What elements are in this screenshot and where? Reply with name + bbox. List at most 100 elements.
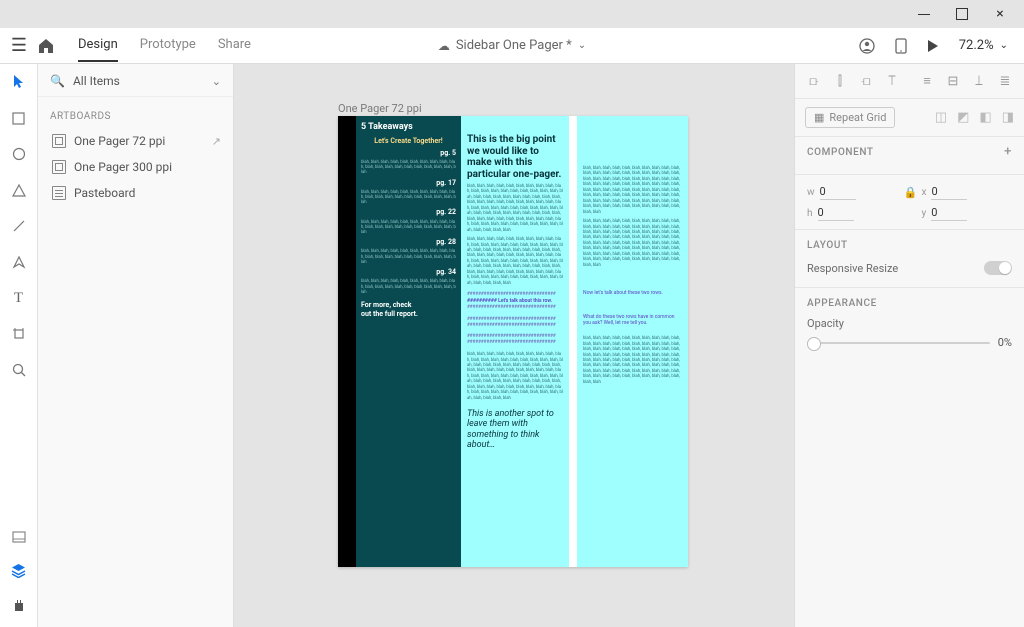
tab-design[interactable]: Design	[78, 29, 118, 62]
device-preview-icon[interactable]	[895, 38, 907, 54]
cloud-icon: ☁	[438, 39, 450, 53]
repeat-grid-icon: ▦	[814, 111, 824, 124]
body-text: blah, blah, blah, blah, blah, blah, blah…	[583, 166, 682, 215]
line-tool[interactable]	[9, 216, 29, 236]
document-title[interactable]: ☁ Sidebar One Pager * ⌄	[438, 38, 586, 53]
hash-row: ########################################…	[467, 334, 563, 346]
layers-filter[interactable]: 🔍 All Items ⌄	[38, 64, 233, 97]
artboard-teal-sidebar: 5 Takeaways Let's Create Together! pg. 5…	[356, 116, 461, 567]
repeat-grid-button[interactable]: ▦ Repeat Grid	[805, 107, 895, 128]
hamburger-menu-icon[interactable]: ☰	[0, 35, 38, 56]
tab-prototype[interactable]: Prototype	[140, 29, 196, 62]
align-right-icon[interactable]: ⟤	[857, 72, 875, 90]
chevron-down-icon: ⌄	[1000, 40, 1008, 51]
select-tool[interactable]	[9, 72, 29, 92]
body-text: blah, blah, blah, blah, blah, blah, blah…	[467, 237, 563, 286]
filler-text: blah, blah, blah, blah, blah, blah, blah…	[361, 160, 456, 176]
window-minimize[interactable]	[916, 6, 932, 22]
external-link-icon[interactable]: ↗	[212, 135, 221, 148]
layers-filter-label: All Items	[73, 74, 120, 88]
boolean-subtract-icon[interactable]: ◩	[957, 110, 969, 125]
boolean-intersect-icon[interactable]: ◧	[979, 110, 991, 125]
window-close[interactable]: ×	[992, 6, 1008, 22]
text-tool[interactable]: T	[9, 288, 29, 308]
plugins-panel-icon[interactable]	[9, 595, 29, 615]
artboard-label[interactable]: One Pager 72 ppi	[338, 102, 422, 115]
pasteboard-icon	[52, 186, 66, 200]
zoom-tool[interactable]	[9, 360, 29, 380]
teal-footer: For more, checkout the full report.	[361, 301, 456, 319]
boolean-exclude-icon[interactable]: ◨	[1002, 110, 1014, 125]
pasteboard-item[interactable]: Pasteboard	[38, 180, 233, 206]
page-ref: pg. 28	[361, 238, 456, 247]
appearance-section: APPEARANCE Opacity 0%	[795, 288, 1024, 357]
pen-tool[interactable]	[9, 252, 29, 272]
filler-text: blah, blah, blah, blah, blah, blah, blah…	[361, 279, 456, 295]
home-icon[interactable]	[38, 39, 74, 53]
artboard-tool[interactable]	[9, 324, 29, 344]
responsive-resize-toggle[interactable]	[984, 261, 1012, 275]
layers-panel: 🔍 All Items ⌄ ARTBOARDS One Pager 72 ppi…	[38, 64, 234, 627]
lock-aspect-icon[interactable]: 🔒	[904, 186, 916, 199]
section-title: LAYOUT	[807, 240, 1012, 251]
y-field[interactable]: 0	[931, 206, 967, 221]
artboard-icon	[52, 160, 66, 174]
transform-section: w0 🔒 x0 h0 y0	[795, 175, 1024, 230]
artboard-cyan-right: blah, blah, blah, blah, blah, blah, blah…	[577, 116, 688, 567]
artboard[interactable]: 5 Takeaways Let's Create Together! pg. 5…	[338, 116, 688, 567]
distribute-v-icon[interactable]: ≣	[996, 72, 1014, 90]
zoom-level[interactable]: 72.2% ⌄	[959, 38, 1008, 53]
big-point-heading: This is the big point we would like to m…	[467, 134, 563, 180]
chevron-down-icon: ⌄	[578, 40, 586, 51]
artboard-item[interactable]: One Pager 72 ppi ↗	[38, 128, 233, 154]
opacity-slider[interactable]	[807, 342, 990, 344]
responsive-resize-label: Responsive Resize	[807, 262, 898, 275]
page-ref: pg. 34	[361, 268, 456, 277]
assets-panel-icon[interactable]	[9, 527, 29, 547]
component-section: COMPONENT+	[795, 137, 1024, 175]
list-item-label: One Pager 72 ppi	[74, 134, 165, 148]
lets-create-label: Let's Create Together!	[361, 137, 456, 146]
layers-panel-icon[interactable]	[9, 561, 29, 581]
canvas[interactable]: One Pager 72 ppi 5 Takeaways Let's Creat…	[234, 64, 794, 627]
page-ref: pg. 17	[361, 179, 456, 188]
add-component-icon[interactable]: +	[1004, 147, 1012, 157]
x-field[interactable]: 0	[931, 185, 967, 200]
body-text: blah, blah, blah, blah, blah, blah, blah…	[467, 184, 563, 233]
ellipse-tool[interactable]	[9, 144, 29, 164]
align-left-icon[interactable]: ⟥	[805, 72, 823, 90]
opacity-value[interactable]: 0%	[998, 336, 1012, 349]
artboard-item[interactable]: One Pager 300 ppi	[38, 154, 233, 180]
layers-section-label: ARTBOARDS	[38, 97, 233, 128]
artboard-cyan-left: This is the big point we would like to m…	[461, 116, 569, 567]
play-icon[interactable]	[927, 39, 939, 53]
boolean-add-icon[interactable]: ◫	[935, 110, 947, 125]
layout-section: LAYOUT Responsive Resize	[795, 230, 1024, 288]
align-toolbar: ⟥ ⫿ ⟤ ⟙ ≡ ⊟ ⟘ ≣	[795, 64, 1024, 99]
tab-share[interactable]: Share	[218, 29, 251, 62]
rectangle-tool[interactable]	[9, 108, 29, 128]
repeat-grid-label: Repeat Grid	[829, 111, 886, 124]
page-ref: pg. 5	[361, 149, 456, 158]
zoom-value: 72.2%	[959, 38, 994, 53]
distribute-h-icon[interactable]: ≡	[918, 72, 936, 90]
height-field[interactable]: 0	[818, 206, 854, 221]
page-ref: pg. 22	[361, 208, 456, 217]
align-bottom-icon[interactable]: ⟘	[970, 72, 988, 90]
filler-text: blah, blah, blah, blah, blah, blah, blah…	[361, 220, 456, 236]
closing-text: This is another spot to leave them with …	[467, 409, 563, 450]
section-title: APPEARANCE	[807, 298, 1012, 309]
hash-row: ########################################…	[467, 317, 563, 329]
align-top-icon[interactable]: ⟙	[883, 72, 901, 90]
artboard-black-stripe	[338, 116, 356, 567]
polygon-tool[interactable]	[9, 180, 29, 200]
align-center-h-icon[interactable]: ⫿	[831, 72, 849, 90]
width-field[interactable]: 0	[820, 185, 856, 200]
list-item-label: One Pager 300 ppi	[74, 160, 172, 174]
user-icon[interactable]	[859, 38, 875, 54]
hash-row: ########################################…	[467, 292, 563, 311]
artboard-icon	[52, 134, 66, 148]
align-middle-icon[interactable]: ⊟	[944, 72, 962, 90]
window-maximize[interactable]	[954, 6, 970, 22]
search-icon: 🔍	[50, 74, 65, 88]
